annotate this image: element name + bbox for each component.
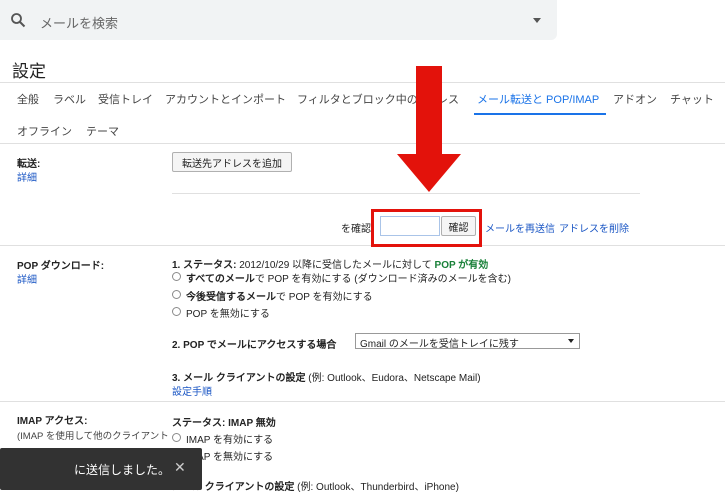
imap-enable-radio[interactable] <box>172 433 181 442</box>
tab-themes[interactable]: テーマ <box>86 123 119 139</box>
search-input[interactable]: メールを検索 <box>40 13 118 32</box>
tab-general[interactable]: 全般 <box>17 91 39 107</box>
pop-option-disable: POP を無効にする <box>186 309 270 320</box>
annotation-arrow-shaft <box>416 66 442 156</box>
pop-new-mail-radio[interactable] <box>172 290 181 299</box>
chevron-down-icon <box>568 339 574 343</box>
search-icon <box>11 13 26 28</box>
close-icon[interactable]: ✕ <box>174 459 186 476</box>
pop-access-label: 2. POP でメールにアクセスする場合 <box>172 340 337 351</box>
imap-enable-label: IMAP を有効にする <box>186 435 274 446</box>
add-forwarding-address-button[interactable]: 転送先アドレスを追加 <box>172 152 292 172</box>
pop-download-label: POP ダウンロード: <box>17 261 105 272</box>
divider <box>0 143 725 144</box>
pop-status: 1. ステータス: 2012/10/29 以降に受信したメールに対して POP … <box>172 260 489 271</box>
tab-addons[interactable]: アドオン <box>613 91 657 107</box>
tab-labels[interactable]: ラベル <box>53 91 86 107</box>
settings-tabs: 全般 ラベル 受信トレイ アカウントとインポート フィルタとブロック中の レス … <box>0 91 725 113</box>
divider <box>0 82 725 83</box>
pop-option-all: すべてのメールで POP を有効にする (ダウンロード済みのメールを含む) <box>186 274 511 285</box>
delete-address-link[interactable]: アドレスを削除 <box>559 220 629 235</box>
pop-disable-radio[interactable] <box>172 307 181 316</box>
tab-inbox[interactable]: 受信トレイ <box>98 91 153 107</box>
tab-offline[interactable]: オフライン <box>17 123 72 139</box>
imap-client-settings: メール クライアントの設定 (例: Outlook、Thunderbird、iP… <box>172 482 459 493</box>
pop-option-new: 今後受信するメールで POP を有効にする <box>186 292 373 303</box>
confirm-prefix: を確認 <box>341 224 371 235</box>
annotation-highlight-box <box>371 209 482 247</box>
page-title: 設定 <box>12 62 46 81</box>
forwarding-details-link[interactable]: 詳細 <box>17 169 37 184</box>
chevron-down-icon[interactable] <box>533 18 541 23</box>
pop-setup-link[interactable]: 設定手順 <box>172 383 212 398</box>
tab-accounts-import[interactable]: アカウントとインポート <box>165 91 286 107</box>
annotation-arrow-head <box>397 154 461 192</box>
imap-sublabel: (IMAP を使用して他のクライアント <box>17 431 169 442</box>
resend-email-link[interactable]: メールを再送信 <box>485 220 555 235</box>
divider <box>172 193 640 194</box>
search-bar[interactable]: メールを検索 <box>0 0 557 40</box>
tab-forwarding-pop-imap[interactable]: メール転送と POP/IMAP <box>477 91 599 107</box>
snackbar-toast: に送信しました。 ✕ <box>0 448 202 490</box>
tab-filters-blocked[interactable]: フィルタとブロック中の <box>297 91 418 107</box>
divider <box>0 401 725 402</box>
divider <box>0 245 725 246</box>
pop-access-select[interactable]: Gmail のメールを受信トレイに残す <box>355 333 580 350</box>
tab-chat[interactable]: チャット <box>670 91 714 107</box>
forwarding-label: 転送: <box>17 159 41 170</box>
pop-client-settings: 3. メール クライアントの設定 (例: Outlook、Eudora、Nets… <box>172 373 481 384</box>
pop-all-mail-radio[interactable] <box>172 272 181 281</box>
pop-details-link[interactable]: 詳細 <box>17 271 37 286</box>
imap-status: ステータス: IMAP 無効 <box>172 418 276 429</box>
active-tab-indicator <box>474 113 606 115</box>
toast-message: に送信しました。 <box>74 463 171 477</box>
imap-access-label: IMAP アクセス: <box>17 416 88 427</box>
